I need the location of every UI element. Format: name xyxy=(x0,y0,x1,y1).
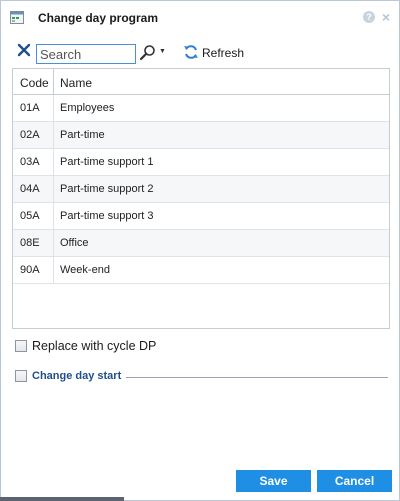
replace-with-cycle-option[interactable]: Replace with cycle DP xyxy=(15,339,215,355)
footer-edge xyxy=(0,497,124,501)
fieldset-divider xyxy=(126,377,388,378)
close-icon[interactable]: × xyxy=(380,10,392,24)
row-name: Part-time support 3 xyxy=(60,210,154,222)
table-row[interactable]: 03A Part-time support 1 xyxy=(13,149,389,176)
column-divider[interactable] xyxy=(53,69,54,95)
row-code: 90A xyxy=(20,264,40,276)
change-day-program-dialog: Change day program ? × ▼ Refresh xyxy=(0,0,400,501)
row-code: 05A xyxy=(20,210,40,222)
row-code: 03A xyxy=(20,156,40,168)
column-header-code[interactable]: Code xyxy=(20,76,49,90)
row-code: 01A xyxy=(20,102,40,114)
row-code: 08E xyxy=(20,237,40,249)
day-program-grid: Code Name 01A Employees 02A Part-time 03… xyxy=(12,68,390,329)
row-name: Part-time support 2 xyxy=(60,183,154,195)
chevron-down-icon: ▼ xyxy=(159,48,166,55)
cancel-button[interactable]: Cancel xyxy=(317,470,392,492)
search-input[interactable] xyxy=(36,44,136,64)
search-button[interactable]: ▼ xyxy=(139,43,167,63)
grid-rows: 01A Employees 02A Part-time 03A Part-tim… xyxy=(13,95,389,284)
help-icon[interactable]: ? xyxy=(363,11,375,23)
table-row[interactable]: 04A Part-time support 2 xyxy=(13,176,389,203)
cell-divider xyxy=(53,203,54,230)
refresh-label: Refresh xyxy=(202,46,245,60)
row-name: Office xyxy=(60,237,89,249)
cell-divider xyxy=(53,176,54,203)
change-day-start-checkbox[interactable] xyxy=(15,370,27,382)
cell-divider xyxy=(53,122,54,149)
replace-with-cycle-checkbox[interactable] xyxy=(15,340,27,352)
magnifier-icon xyxy=(139,45,155,61)
cell-divider xyxy=(53,257,54,284)
row-name: Week-end xyxy=(60,264,110,276)
cell-divider xyxy=(53,230,54,257)
table-row[interactable]: 01A Employees xyxy=(13,95,389,122)
row-name: Part-time xyxy=(60,129,105,141)
row-code: 02A xyxy=(20,129,40,141)
clear-search-icon[interactable] xyxy=(17,43,33,59)
cell-divider xyxy=(53,95,54,122)
grid-header: Code Name xyxy=(13,69,389,95)
toolbar: ▼ Refresh xyxy=(1,39,399,67)
table-row[interactable]: 05A Part-time support 3 xyxy=(13,203,389,230)
row-code: 04A xyxy=(20,183,40,195)
table-row[interactable]: 90A Week-end xyxy=(13,257,389,284)
table-row[interactable]: 02A Part-time xyxy=(13,122,389,149)
refresh-icon xyxy=(184,45,198,59)
row-name: Part-time support 1 xyxy=(60,156,154,168)
calendar-window-icon xyxy=(10,11,24,24)
grid-scrollbar-track[interactable] xyxy=(389,95,390,284)
cell-divider xyxy=(53,149,54,176)
dialog-title: Change day program xyxy=(38,11,159,25)
change-day-start-fieldset: Change day start xyxy=(15,369,391,385)
table-row[interactable]: 08E Office xyxy=(13,230,389,257)
row-name: Employees xyxy=(60,102,115,114)
save-button[interactable]: Save xyxy=(236,470,311,492)
column-header-name[interactable]: Name xyxy=(60,76,92,90)
replace-with-cycle-label[interactable]: Replace with cycle DP xyxy=(32,339,156,353)
dialog-titlebar: Change day program ? × xyxy=(1,1,399,35)
refresh-button[interactable]: Refresh xyxy=(183,43,247,63)
change-day-start-label[interactable]: Change day start xyxy=(32,370,121,382)
